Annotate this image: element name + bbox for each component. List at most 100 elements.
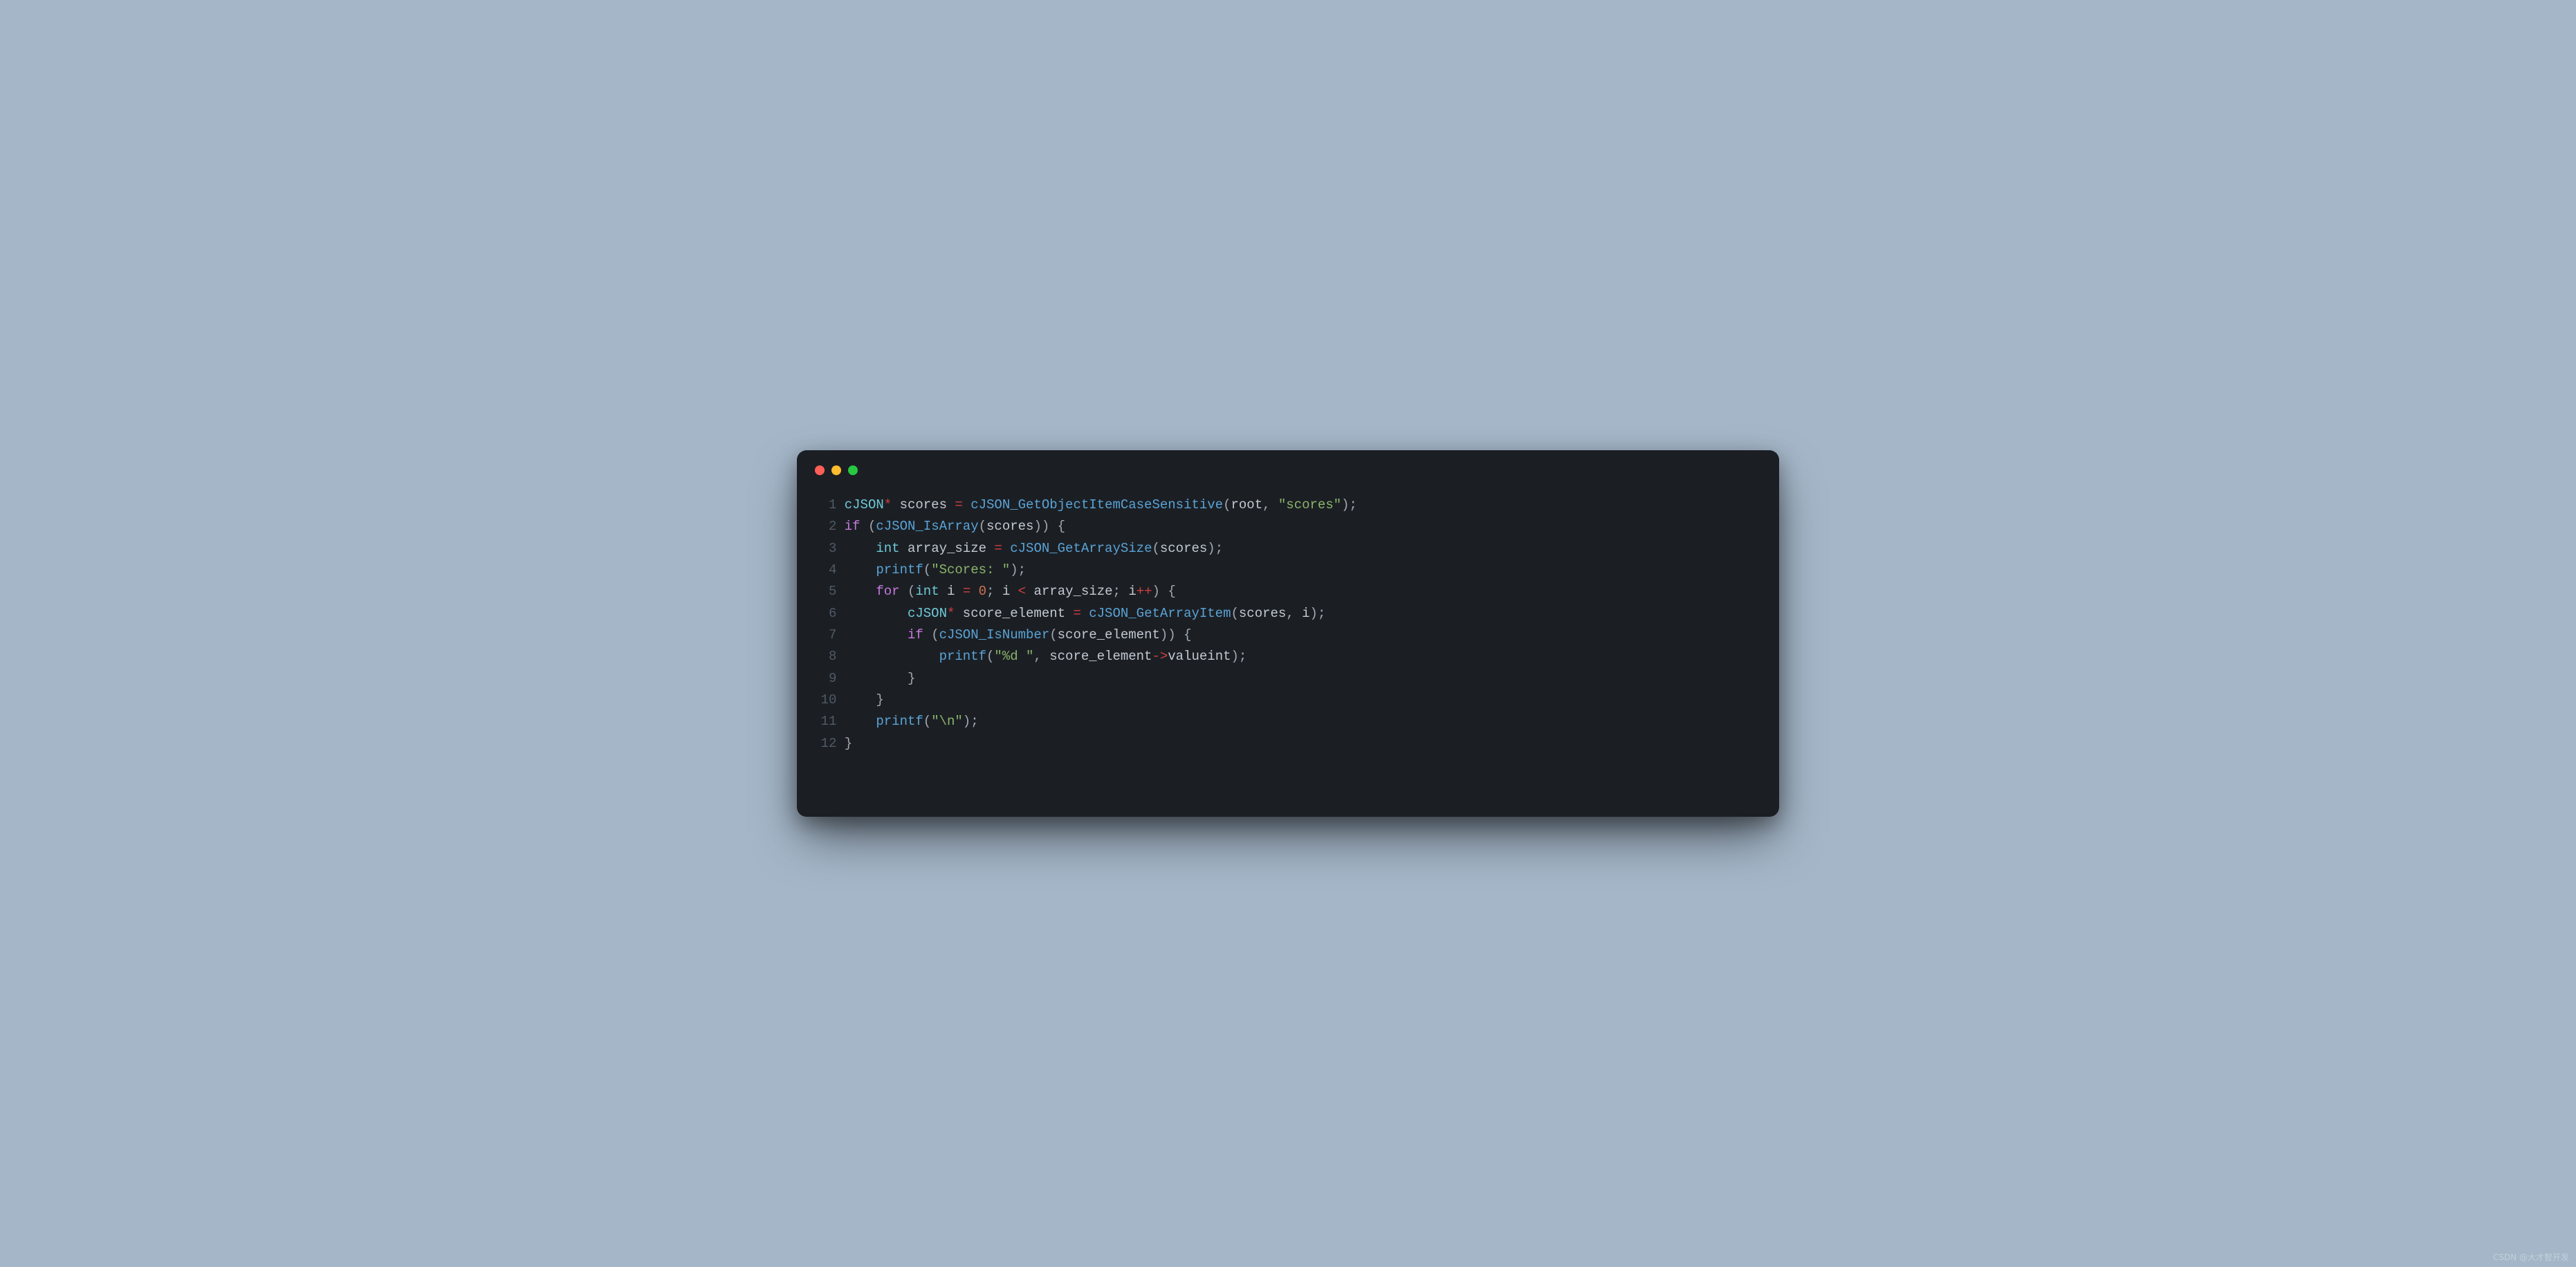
token-pun: ; [986, 584, 994, 599]
token-fn: printf [876, 714, 923, 729]
code-line[interactable]: 8 printf("%d ", score_element->valueint)… [818, 646, 1758, 667]
token-id [1121, 584, 1128, 599]
token-op: -> [1152, 649, 1168, 664]
line-content[interactable]: if (cJSON_IsArray(scores)) { [845, 516, 1065, 537]
code-line[interactable]: 1cJSON* scores = cJSON_GetObjectItemCase… [818, 494, 1758, 516]
token-id [970, 584, 978, 599]
token-id [1160, 584, 1168, 599]
token-type: cJSON [845, 497, 884, 512]
code-window: 1cJSON* scores = cJSON_GetObjectItemCase… [797, 450, 1779, 817]
token-op: = [1073, 606, 1080, 621]
zoom-icon[interactable] [848, 465, 858, 475]
token-id [1002, 541, 1010, 556]
token-id [923, 627, 931, 642]
token-fn: cJSON_GetObjectItemCaseSensitive [970, 497, 1223, 512]
token-pun: , [1033, 649, 1041, 664]
line-content[interactable]: cJSON* score_element = cJSON_GetArrayIte… [845, 603, 1326, 625]
token-pun: ( [923, 562, 931, 577]
token-str: "Scores: " [931, 562, 1010, 577]
token-id [900, 584, 908, 599]
token-pun: { [1058, 519, 1065, 534]
code-line[interactable]: 9 } [818, 668, 1758, 690]
token-op: * [884, 497, 892, 512]
code-line[interactable]: 11 printf("\n"); [818, 711, 1758, 732]
minimize-icon[interactable] [831, 465, 841, 475]
token-pun: , [1286, 606, 1294, 621]
line-content[interactable]: } [845, 690, 884, 711]
token-id [1294, 606, 1302, 621]
code-line[interactable]: 5 for (int i = 0; i < array_size; i++) { [818, 581, 1758, 602]
code-line[interactable]: 10 } [818, 690, 1758, 711]
line-content[interactable]: int array_size = cJSON_GetArraySize(scor… [845, 538, 1223, 559]
token-pun: ; [1318, 606, 1325, 621]
line-number: 6 [818, 603, 836, 625]
line-number: 7 [818, 625, 836, 646]
token-num: 0 [979, 584, 986, 599]
token-pun: ( [1049, 627, 1057, 642]
token-pun: ) [1310, 606, 1318, 621]
token-id [1049, 519, 1057, 534]
token-id: i [1128, 584, 1136, 599]
token-op: < [1018, 584, 1026, 599]
token-id: array_size [1033, 584, 1112, 599]
token-id: scores [1239, 606, 1286, 621]
token-id [845, 649, 939, 664]
code-line[interactable]: 2 if (cJSON_IsArray(scores)) { [818, 516, 1758, 537]
close-icon[interactable] [815, 465, 825, 475]
line-content[interactable]: } [845, 668, 916, 690]
token-pun: ) [1341, 497, 1349, 512]
token-fn: cJSON_IsArray [876, 519, 978, 534]
token-kw: if [908, 627, 923, 642]
token-pun: ; [1350, 497, 1357, 512]
line-number: 2 [818, 516, 836, 537]
token-fn: printf [876, 562, 923, 577]
line-content[interactable]: printf("\n"); [845, 711, 979, 732]
token-id: scores [900, 497, 947, 512]
token-id [845, 562, 876, 577]
line-number: 8 [818, 646, 836, 667]
token-pun: ( [1223, 497, 1231, 512]
token-id: score_element [963, 606, 1065, 621]
line-content[interactable]: cJSON* scores = cJSON_GetObjectItemCaseS… [845, 494, 1357, 516]
token-fn: cJSON_GetArrayItem [1089, 606, 1231, 621]
token-op: = [955, 497, 962, 512]
token-kw: for [876, 584, 899, 599]
code-line[interactable]: 7 if (cJSON_IsNumber(score_element)) { [818, 625, 1758, 646]
token-pun: ) [1168, 627, 1175, 642]
token-id: array_size [908, 541, 986, 556]
token-op: = [994, 541, 1002, 556]
token-pun: ( [1231, 606, 1238, 621]
line-content[interactable]: } [845, 733, 852, 755]
token-fn: cJSON_IsNumber [939, 627, 1050, 642]
code-line[interactable]: 4 printf("Scores: "); [818, 559, 1758, 581]
code-line[interactable]: 12} [818, 733, 1758, 755]
token-id [1026, 584, 1033, 599]
token-pun: ; [1239, 649, 1246, 664]
token-id: i [1302, 606, 1309, 621]
token-pun: { [1168, 584, 1175, 599]
token-pun: } [908, 671, 915, 686]
token-id: scores [986, 519, 1033, 534]
code-line[interactable]: 6 cJSON* score_element = cJSON_GetArrayI… [818, 603, 1758, 625]
token-pun: } [845, 736, 852, 751]
code-area[interactable]: 1cJSON* scores = cJSON_GetObjectItemCase… [797, 482, 1779, 755]
code-line[interactable]: 3 int array_size = cJSON_GetArraySize(sc… [818, 538, 1758, 559]
line-number: 3 [818, 538, 836, 559]
token-op: ++ [1137, 584, 1152, 599]
token-type: int [915, 584, 939, 599]
token-pun: ( [1152, 541, 1159, 556]
line-content[interactable]: printf("%d ", score_element->valueint); [845, 646, 1247, 667]
token-id [986, 541, 994, 556]
line-content[interactable]: printf("Scores: "); [845, 559, 1026, 581]
token-type: int [876, 541, 899, 556]
line-number: 5 [818, 581, 836, 602]
token-id [845, 714, 876, 729]
token-str: "%d " [994, 649, 1033, 664]
token-id: scores [1160, 541, 1207, 556]
line-content[interactable]: for (int i = 0; i < array_size; i++) { [845, 581, 1176, 602]
watermark-text: CSDN @大才智开发 [2493, 1251, 2569, 1263]
token-id: i [947, 584, 955, 599]
token-pun: ( [923, 714, 931, 729]
token-id [861, 519, 868, 534]
line-content[interactable]: if (cJSON_IsNumber(score_element)) { [845, 625, 1192, 646]
